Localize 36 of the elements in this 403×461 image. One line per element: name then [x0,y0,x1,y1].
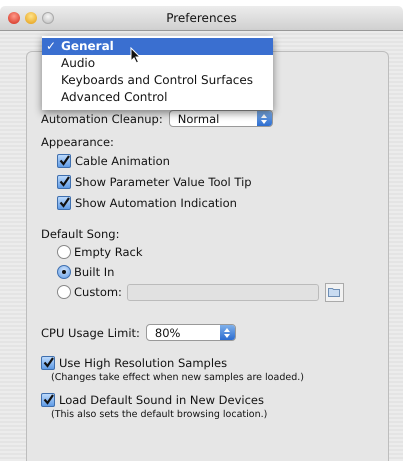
section-heading: Appearance: [40,135,115,149]
checkbox-label: Use High Resolution Samples [59,356,228,370]
folder-button[interactable] [324,282,344,302]
menu-item[interactable]: ✓ General [42,38,273,55]
cursor-icon [130,47,141,64]
note-text: (This also sets the default browsing location.) [50,409,268,420]
automation-cleanup-label: Automation Cleanup: [41,112,163,126]
cpu-usage-label: CPU Usage Limit: [41,326,140,340]
checkbox[interactable] [57,196,71,210]
automation-cleanup-select[interactable]: Normal [168,110,273,127]
section-heading: Default Song: [40,227,120,241]
menu-item[interactable]: Advanced Control [42,89,273,106]
zoom-button[interactable] [42,12,54,24]
note-text: (Changes take effect when new samples are loaded.) [50,372,305,383]
cpu-usage-select[interactable]: 80% [146,324,236,341]
window-title: Preferences [166,11,237,25]
checkbox-label: Load Default Sound in New Devices [59,392,264,406]
checkbox[interactable] [41,392,55,406]
checkbox-label: Show Automation Indication [75,196,237,210]
checkbox-label: Cable Animation [75,154,170,168]
checkbox-label: Show Parameter Value Tool Tip [75,174,252,188]
menu-item[interactable]: Keyboards and Control Surfaces [42,72,273,89]
path-field[interactable] [126,284,319,300]
radio-label: Empty Rack [74,245,143,259]
radio-label: Custom: [74,285,122,299]
checkbox[interactable] [41,356,55,370]
close-button[interactable] [8,12,20,24]
stepper-icon [220,325,235,340]
radio-button[interactable] [57,245,71,259]
checkbox[interactable] [57,174,71,188]
radio-label: Built In [74,265,114,279]
radio-button[interactable] [57,285,71,299]
menu-item[interactable]: Audio [42,55,273,72]
checkbox[interactable] [57,154,71,168]
folder-icon [328,287,340,297]
radio-button[interactable] [57,265,71,279]
